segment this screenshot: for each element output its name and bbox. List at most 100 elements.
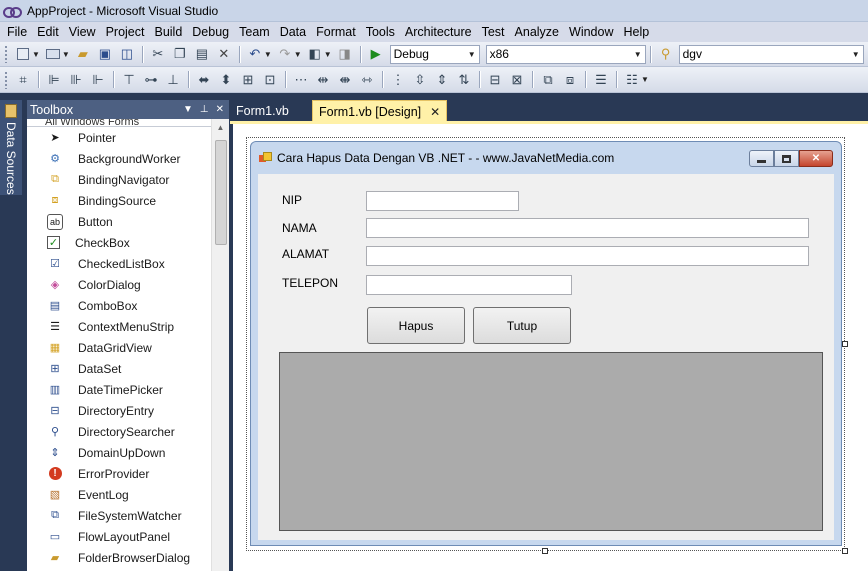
navigate-forward-icon[interactable]: ◨	[335, 45, 355, 63]
dropdown-arrow-icon[interactable]: ▼	[294, 50, 302, 59]
resize-handle-right[interactable]	[842, 341, 848, 347]
data-sources-side-tab[interactable]: Data Sources	[0, 100, 22, 195]
scrollbar-thumb[interactable]	[215, 140, 227, 245]
menu-architecture[interactable]: Architecture	[400, 22, 477, 42]
decrease-vertical-spacing-icon[interactable]: ⇕	[432, 71, 452, 89]
dropdown-arrow-icon[interactable]: ▼	[32, 50, 40, 59]
menu-test[interactable]: Test	[477, 22, 510, 42]
start-debugging-icon[interactable]: ▶	[366, 45, 386, 63]
auto-hide-pin-icon[interactable]: ⊥	[200, 104, 209, 115]
close-icon[interactable]: ✕	[216, 104, 224, 115]
nip-textbox[interactable]	[366, 191, 519, 211]
toolbox-item-colordialog[interactable]: ◈ ColorDialog	[27, 274, 229, 295]
alamat-textbox[interactable]	[366, 246, 809, 266]
dropdown-arrow-icon[interactable]: ▼	[62, 50, 70, 59]
align-lefts-icon[interactable]: ⊫	[44, 71, 64, 89]
horizontal-spacing-equal-icon[interactable]: ⋯	[291, 71, 311, 89]
form-window[interactable]: Cara Hapus Data Dengan VB .NET - - www.J…	[250, 141, 842, 546]
toolbox-item-pointer[interactable]: ➤ Pointer	[27, 127, 229, 148]
align-bottoms-icon[interactable]: ⊥	[163, 71, 183, 89]
toolbox-item-domainupdown[interactable]: ⇕ DomainUpDown	[27, 442, 229, 463]
find-in-files-icon[interactable]: ⚲	[656, 45, 676, 63]
toolbox-group-header[interactable]: All Windows Forms	[27, 119, 229, 127]
make-same-height-icon[interactable]: ⬍	[216, 71, 236, 89]
align-tops-icon[interactable]: ⊤	[119, 71, 139, 89]
increase-horizontal-spacing-icon[interactable]: ⇹	[313, 71, 333, 89]
tab-order-icon[interactable]: ☰	[591, 71, 611, 89]
close-tab-icon[interactable]: ✕	[430, 105, 440, 119]
toolbar-grip[interactable]	[4, 45, 8, 63]
navigate-backward-icon[interactable]: ◧	[305, 45, 325, 63]
scroll-up-arrow-icon[interactable]: ▲	[212, 119, 229, 136]
find-combo-input[interactable]: dgv ▼	[678, 44, 864, 64]
menu-build[interactable]: Build	[149, 22, 187, 42]
dropdown-arrow-icon[interactable]: ▼	[324, 50, 332, 59]
toolbox-item-directoryentry[interactable]: ⊟ DirectoryEntry	[27, 400, 229, 421]
send-to-back-icon[interactable]: ⧈	[560, 71, 580, 89]
minimize-button[interactable]	[749, 150, 774, 167]
center-horizontally-icon[interactable]: ⊟	[485, 71, 505, 89]
align-middles-icon[interactable]: ⊶	[141, 71, 161, 89]
menu-edit[interactable]: Edit	[32, 22, 64, 42]
menu-format[interactable]: Format	[311, 22, 361, 42]
solution-configuration-dropdown[interactable]: Debug ▼	[389, 44, 480, 64]
toolbox-scrollbar[interactable]: ▲	[211, 119, 229, 571]
redo-icon[interactable]: ↷	[275, 45, 295, 63]
paste-icon[interactable]: ▤	[192, 45, 212, 63]
align-rights-icon[interactable]: ⊩	[88, 71, 108, 89]
menu-help[interactable]: Help	[618, 22, 654, 42]
menu-tools[interactable]: Tools	[361, 22, 400, 42]
window-position-dropdown-icon[interactable]: ▼	[183, 104, 193, 115]
toolbox-item-button[interactable]: ab Button	[27, 211, 229, 232]
toolbox-item-checkbox[interactable]: ✓ CheckBox	[27, 232, 229, 253]
dropdown-arrow-icon[interactable]: ▼	[641, 75, 649, 84]
close-button[interactable]: ✕	[799, 150, 833, 167]
new-project-icon[interactable]	[13, 45, 33, 63]
toolbox-item-bindingnavigator[interactable]: ⧉ BindingNavigator	[27, 169, 229, 190]
make-same-size-icon[interactable]: ⊞	[238, 71, 258, 89]
toolbox-item-eventlog[interactable]: ▧ EventLog	[27, 484, 229, 505]
resize-handle-bottom[interactable]	[542, 548, 548, 554]
nama-textbox[interactable]	[366, 218, 809, 238]
open-folder-icon[interactable]: ▰	[73, 45, 93, 63]
undo-icon[interactable]: ↶	[245, 45, 265, 63]
menu-debug[interactable]: Debug	[187, 22, 234, 42]
resize-handle-bottom-right[interactable]	[842, 548, 848, 554]
tab-form1-design[interactable]: Form1.vb [Design] ✕	[312, 100, 448, 122]
add-item-icon[interactable]	[43, 45, 63, 63]
toolbox-header[interactable]: Toolbox ▼ ⊥ ✕	[27, 100, 229, 119]
toolbox-item-filesystemwatcher[interactable]: ⧉ FileSystemWatcher	[27, 505, 229, 526]
make-same-width-icon[interactable]: ⬌	[194, 71, 214, 89]
toolbox-item-bindingsource[interactable]: ⧈ BindingSource	[27, 190, 229, 211]
remove-horizontal-spacing-icon[interactable]: ⇿	[357, 71, 377, 89]
toolbox-item-directorysearcher[interactable]: ⚲ DirectorySearcher	[27, 421, 229, 442]
decrease-horizontal-spacing-icon[interactable]: ⇼	[335, 71, 355, 89]
menu-view[interactable]: View	[64, 22, 101, 42]
toolbox-item-combobox[interactable]: ▤ ComboBox	[27, 295, 229, 316]
tab-form1-code[interactable]: Form1.vb	[230, 100, 295, 121]
toolbox-item-folderbrowserdialog[interactable]: ▰ FolderBrowserDialog	[27, 547, 229, 568]
delete-icon[interactable]: ✕	[214, 45, 234, 63]
center-vertically-icon[interactable]: ⊠	[507, 71, 527, 89]
toolbox-item-dataset[interactable]: ⊞ DataSet	[27, 358, 229, 379]
tutup-button[interactable]: Tutup	[473, 307, 571, 344]
remove-vertical-spacing-icon[interactable]: ⇅	[454, 71, 474, 89]
telepon-textbox[interactable]	[366, 275, 572, 295]
toolbox-item-checkedlistbox[interactable]: ☑ CheckedListBox	[27, 253, 229, 274]
toolbox-item-datetimepicker[interactable]: ▥ DateTimePicker	[27, 379, 229, 400]
align-centers-icon[interactable]: ⊪	[66, 71, 86, 89]
solution-platform-dropdown[interactable]: x86 ▼	[485, 44, 646, 64]
increase-vertical-spacing-icon[interactable]: ⇳	[410, 71, 430, 89]
menu-project[interactable]: Project	[101, 22, 150, 42]
toolbar-options-icon[interactable]: ☷	[622, 71, 642, 89]
align-to-grid-icon[interactable]: ⌗	[13, 71, 33, 89]
hapus-button[interactable]: Hapus	[367, 307, 465, 344]
copy-icon[interactable]: ❐	[170, 45, 190, 63]
menu-window[interactable]: Window	[564, 22, 618, 42]
toolbox-item-flowlayoutpanel[interactable]: ▭ FlowLayoutPanel	[27, 526, 229, 547]
save-all-icon[interactable]: ◫	[117, 45, 137, 63]
bring-to-front-icon[interactable]: ⧉	[538, 71, 558, 89]
menu-file[interactable]: File	[2, 22, 32, 42]
toolbox-item-datagridview[interactable]: ▦ DataGridView	[27, 337, 229, 358]
dropdown-arrow-icon[interactable]: ▼	[264, 50, 272, 59]
